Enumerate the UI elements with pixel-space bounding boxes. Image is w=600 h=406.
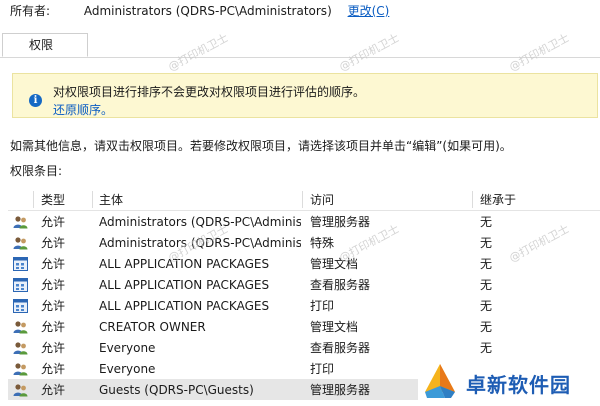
cell-principal: Administrators (QDRS-PC\Administrators)	[99, 215, 301, 229]
user-group-icon	[13, 362, 28, 376]
cell-inherited: 无	[480, 236, 493, 250]
cell-type: 允许	[41, 215, 66, 229]
user-group-icon	[13, 383, 28, 397]
column-separator[interactable]	[92, 191, 93, 208]
cell-inherited: 无	[480, 341, 493, 355]
cell-access: 特殊	[310, 236, 335, 250]
brand-logo: 卓新软件园	[418, 358, 600, 406]
cell-type: 允许	[41, 341, 66, 355]
cell-inherited: 无	[480, 320, 493, 334]
app-package-icon	[13, 299, 28, 313]
cell-type: 允许	[41, 383, 66, 397]
cell-principal: Everyone	[99, 341, 156, 355]
info-icon: i	[29, 94, 42, 107]
cell-principal: Guests (QDRS-PC\Guests)	[99, 383, 254, 397]
restore-order-link[interactable]: 还原顺序。	[53, 101, 113, 118]
user-group-icon	[13, 320, 28, 334]
cell-type: 允许	[41, 320, 66, 334]
cell-access: 打印	[310, 362, 335, 376]
column-separator[interactable]	[472, 191, 473, 208]
cell-type: 允许	[41, 278, 66, 292]
table-row[interactable]: 允许 ALL APPLICATION PACKAGES 查看服务器 无	[8, 274, 600, 295]
column-header-inherited[interactable]: 继承于	[480, 192, 516, 208]
permission-entries-label: 权限条目:	[10, 164, 63, 178]
cell-access: 打印	[310, 299, 335, 313]
user-group-icon	[13, 215, 28, 229]
user-group-icon	[13, 341, 28, 355]
column-separator[interactable]	[33, 191, 34, 208]
cell-principal: ALL APPLICATION PACKAGES	[99, 257, 270, 271]
cell-type: 允许	[41, 362, 66, 376]
table-header: 类型 主体 访问 继承于	[8, 189, 600, 211]
user-group-icon	[13, 236, 28, 250]
column-header-access[interactable]: 访问	[310, 192, 334, 208]
table-row[interactable]: 允许 Administrators (QDRS-PC\Administrators…	[8, 211, 600, 232]
cell-access: 查看服务器	[310, 341, 371, 355]
brand-mark-icon	[425, 364, 455, 398]
owner-label: 所有者:	[10, 4, 51, 18]
info-banner-text: 对权限项目进行排序不会更改对权限项目进行评估的顺序。	[53, 85, 366, 99]
cell-type: 允许	[41, 299, 66, 313]
table-row[interactable]: 允许 CREATOR OWNER 管理文档 无	[8, 316, 600, 337]
column-separator[interactable]	[302, 191, 303, 208]
info-banner: i 对权限项目进行排序不会更改对权限项目进行评估的顺序。 还原顺序。	[12, 73, 598, 118]
cell-principal: ALL APPLICATION PACKAGES	[99, 299, 270, 313]
cell-type: 允许	[41, 257, 66, 271]
cell-type: 允许	[41, 236, 66, 250]
owner-row: 所有者: Administrators (QDRS-PC\Administrat…	[10, 3, 389, 19]
column-header-principal[interactable]: 主体	[99, 192, 123, 208]
cell-principal: ALL APPLICATION PACKAGES	[99, 278, 270, 292]
app-package-icon	[13, 278, 28, 292]
cell-inherited: 无	[480, 278, 493, 292]
cell-principal: Everyone	[99, 362, 156, 376]
tab-permissions[interactable]: 权限	[2, 33, 88, 57]
column-header-type[interactable]: 类型	[41, 192, 65, 208]
owner-value: Administrators (QDRS-PC\Administrators)	[83, 4, 332, 18]
table-row[interactable]: 允许 ALL APPLICATION PACKAGES 打印 无	[8, 295, 600, 316]
tab-strip: 权限	[0, 33, 600, 58]
cell-access: 管理文档	[310, 320, 359, 334]
cell-access: 管理服务器	[310, 215, 371, 229]
cell-inherited: 无	[480, 215, 493, 229]
hint-text: 如需其他信息，请双击权限项目。若要修改权限项目，请选择该项目并单击“编辑”(如果…	[10, 139, 512, 153]
cell-access: 查看服务器	[310, 278, 371, 292]
brand-text: 卓新软件园	[466, 373, 571, 397]
cell-inherited: 无	[480, 257, 493, 271]
cell-access: 管理服务器	[310, 383, 371, 397]
table-row[interactable]: 允许 Everyone 查看服务器 无	[8, 337, 600, 358]
app-package-icon	[13, 257, 28, 271]
cell-principal: CREATOR OWNER	[99, 320, 206, 334]
cell-inherited: 无	[480, 299, 493, 313]
change-owner-link[interactable]: 更改(C)	[348, 4, 390, 18]
